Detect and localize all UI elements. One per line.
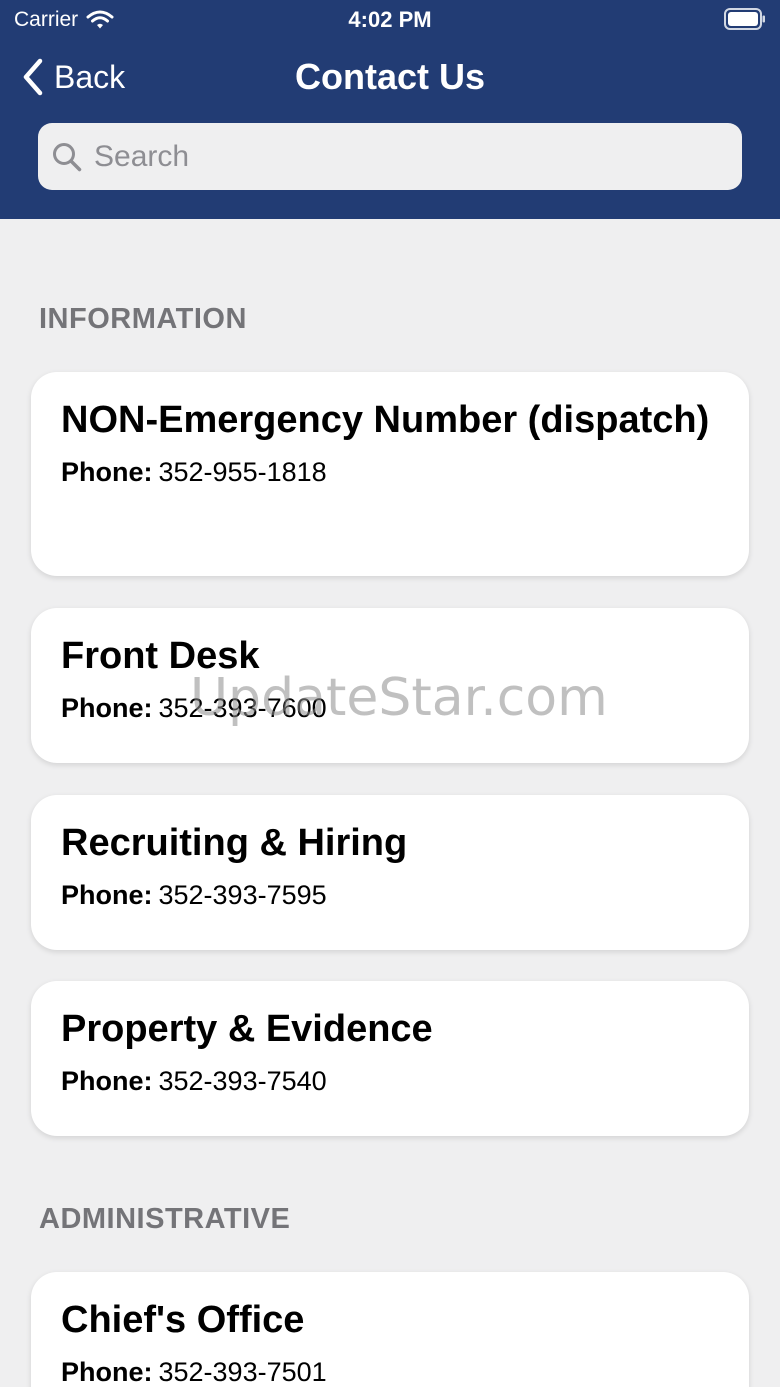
status-time: 4:02 PM xyxy=(348,7,432,32)
contact-title: Recruiting & Hiring xyxy=(61,822,408,864)
contact-title: Front Desk xyxy=(61,635,260,677)
phone-number-link[interactable]: 352-955-1818 xyxy=(159,457,327,487)
section-header-administrative: ADMINISTRATIVE xyxy=(39,1203,291,1235)
battery-icon xyxy=(724,8,765,30)
contact-phone-row: Phone: 352-393-7540 xyxy=(61,1066,719,1097)
phone-label: Phone: xyxy=(61,693,153,723)
contact-card-recruiting[interactable]: Recruiting & Hiring Phone: 352-393-7595 xyxy=(31,795,749,950)
contact-title: Chief's Office xyxy=(61,1299,305,1341)
phone-label: Phone: xyxy=(61,1066,153,1096)
phone-label: Phone: xyxy=(61,1357,153,1387)
contact-card-chiefs-office[interactable]: Chief's Office Phone: 352-393-7501 xyxy=(31,1272,749,1387)
contact-phone-row: Phone: 352-955-1818 xyxy=(61,457,719,488)
status-bar: Carrier 4:02 PM xyxy=(0,0,780,40)
back-button[interactable]: Back xyxy=(22,58,125,96)
phone-label: Phone: xyxy=(61,880,153,910)
back-label: Back xyxy=(54,58,126,95)
chevron-left-icon xyxy=(23,58,43,96)
phone-number-link[interactable]: 352-393-7501 xyxy=(159,1357,327,1387)
screen: Carrier 4:02 PM Back Contact Us Search I… xyxy=(0,0,780,1387)
search-input[interactable] xyxy=(94,139,694,174)
phone-number-link[interactable]: 352-393-7600 xyxy=(159,693,327,723)
contact-phone-row: Phone: 352-393-7600 xyxy=(61,693,719,724)
header: Carrier 4:02 PM Back Contact Us Search xyxy=(0,0,780,219)
contact-phone-row: Phone: 352-393-7501 xyxy=(61,1357,719,1387)
search-bar[interactable] xyxy=(38,123,742,190)
section-header-information: INFORMATION xyxy=(39,303,247,335)
search-icon xyxy=(53,142,82,171)
contact-card-front-desk[interactable]: Front Desk Phone: 352-393-7600 xyxy=(31,608,749,763)
contact-title: Property & Evidence xyxy=(61,1008,433,1050)
contact-card-property[interactable]: Property & Evidence Phone: 352-393-7540 xyxy=(31,981,749,1136)
contact-card-non-emergency[interactable]: NON-Emergency Number (dispatch) Phone: 35… xyxy=(31,372,749,576)
contact-phone-row: Phone: 352-393-7595 xyxy=(61,880,719,911)
navigation-bar: Back Contact Us xyxy=(0,52,780,108)
contact-title: NON-Emergency Number (dispatch) xyxy=(61,399,710,441)
phone-number-link[interactable]: 352-393-7595 xyxy=(159,880,327,910)
phone-number-link[interactable]: 352-393-7540 xyxy=(159,1066,327,1096)
phone-label: Phone: xyxy=(61,457,153,487)
